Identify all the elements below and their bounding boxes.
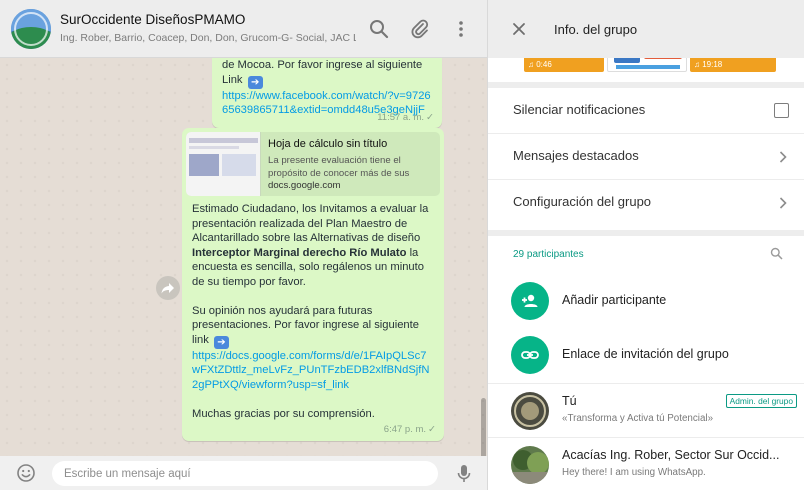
message-text: Estimado Ciudadano, los Invitamos a eval… xyxy=(192,203,429,288)
setting-label: Mensajes destacados xyxy=(513,148,639,163)
chat-pane: SurOccidente DiseñosPMAMO Ing. Rober, Ba… xyxy=(0,0,487,490)
mute-notifications-row[interactable]: Silenciar notificaciones xyxy=(488,88,804,134)
group-settings: Silenciar notificaciones Mensajes destac… xyxy=(488,88,804,230)
mute-checkbox[interactable] xyxy=(774,103,789,118)
double-check-icon: ✓ xyxy=(428,424,436,435)
action-label: Añadir participante xyxy=(562,293,667,307)
right-arrow-emoji-icon: ➔ xyxy=(213,335,229,349)
kebab-menu-icon[interactable] xyxy=(450,18,472,40)
message-bold-text: Interceptor Marginal derecho Río Mulato xyxy=(192,246,407,259)
message-bubble[interactable]: Hoja de cálculo sin título La presente e… xyxy=(182,128,444,441)
group-info-header: Info. del grupo xyxy=(488,0,804,58)
microphone-icon[interactable] xyxy=(455,463,473,485)
add-participant-button[interactable]: Añadir participante xyxy=(488,274,804,328)
participant-item[interactable]: Acacías Ing. Rober, Sector Sur Occid... … xyxy=(488,437,804,490)
group-settings-row[interactable]: Configuración del grupo xyxy=(488,180,804,226)
double-check-icon: ✓ xyxy=(426,112,434,123)
forward-icon[interactable] xyxy=(156,276,180,300)
link-preview-domain: docs.google.com xyxy=(268,180,341,191)
message-text: Su opinión nos ayudará para futuras pres… xyxy=(192,304,419,349)
close-icon[interactable] xyxy=(510,20,528,38)
search-icon[interactable] xyxy=(368,18,390,40)
participants-count: 29 participantes xyxy=(513,249,584,260)
avatar[interactable] xyxy=(511,392,549,430)
message-bubble[interactable]: de Mocoa. Por favor ingrese al siguiente… xyxy=(212,58,442,128)
participant-status: Hey there! I am using WhatsApp. xyxy=(562,467,706,478)
starred-messages-row[interactable]: Mensajes destacados xyxy=(488,134,804,180)
setting-label: Silenciar notificaciones xyxy=(513,102,646,117)
paperclip-icon[interactable] xyxy=(409,18,431,40)
chevron-right-icon xyxy=(779,197,787,209)
group-info-title: Info. del grupo xyxy=(554,22,638,37)
media-duration: ♫ 19:18 xyxy=(694,60,723,69)
setting-label: Configuración del grupo xyxy=(513,194,652,209)
participant-name: Tú xyxy=(562,394,577,408)
message-input[interactable] xyxy=(52,461,438,486)
admin-badge: Admin. del grupo xyxy=(725,394,797,408)
link-icon xyxy=(511,336,549,374)
search-icon[interactable] xyxy=(770,247,783,260)
message-composer xyxy=(0,456,487,490)
message-list[interactable]: de Mocoa. Por favor ingrese al siguiente… xyxy=(0,58,487,456)
participants-section: 29 participantes Añadir participante Enl… xyxy=(488,236,804,490)
message-timestamp: 6:47 p. m. ✓ xyxy=(383,424,436,435)
link-preview-thumbnail xyxy=(186,132,261,196)
headphones-icon: ♫ xyxy=(528,60,534,69)
group-info-panel: ♫ 0:46 ♫ 19:18 Info. del grupo Silenciar… xyxy=(487,0,804,490)
message-timestamp: 11:57 a. m. ✓ xyxy=(377,112,434,123)
media-duration: ♫ 0:46 xyxy=(528,60,552,69)
chat-members-list[interactable]: Ing. Rober, Barrio, Coacep, Don, Don, Gr… xyxy=(60,32,356,44)
emoji-icon[interactable] xyxy=(16,463,36,483)
participant-name: Acacías Ing. Rober, Sector Sur Occid... xyxy=(562,448,780,462)
chevron-right-icon xyxy=(779,151,787,163)
link-preview-description: La presente evaluación tiene el propósit… xyxy=(268,155,410,179)
message-link[interactable]: https://docs.google.com/forms/d/e/1FAIpQ… xyxy=(192,349,434,393)
headphones-icon: ♫ xyxy=(694,60,700,69)
message-text: Muchas gracias por su comprensión. xyxy=(192,407,375,420)
link-preview-title: Hoja de cálculo sin título xyxy=(268,138,388,150)
right-arrow-emoji-icon: ➔ xyxy=(247,75,263,89)
scrollbar[interactable] xyxy=(481,398,486,456)
participant-status: «Transforma y Activa tú Potencial» xyxy=(562,413,714,424)
action-label: Enlace de invitación del grupo xyxy=(562,347,729,361)
avatar[interactable] xyxy=(511,446,549,484)
invite-link-button[interactable]: Enlace de invitación del grupo xyxy=(488,328,804,382)
add-person-icon xyxy=(511,282,549,320)
link-preview-card[interactable]: Hoja de cálculo sin título La presente e… xyxy=(186,132,440,196)
group-avatar[interactable] xyxy=(11,9,51,49)
chat-header[interactable]: SurOccidente DiseñosPMAMO Ing. Rober, Ba… xyxy=(0,0,487,58)
chat-title[interactable]: SurOccidente DiseñosPMAMO xyxy=(60,12,245,27)
message-text: de Mocoa. Por favor ingrese al siguiente… xyxy=(222,59,423,89)
participant-item[interactable]: Tú Admin. del grupo «Transforma y Activa… xyxy=(488,383,804,437)
